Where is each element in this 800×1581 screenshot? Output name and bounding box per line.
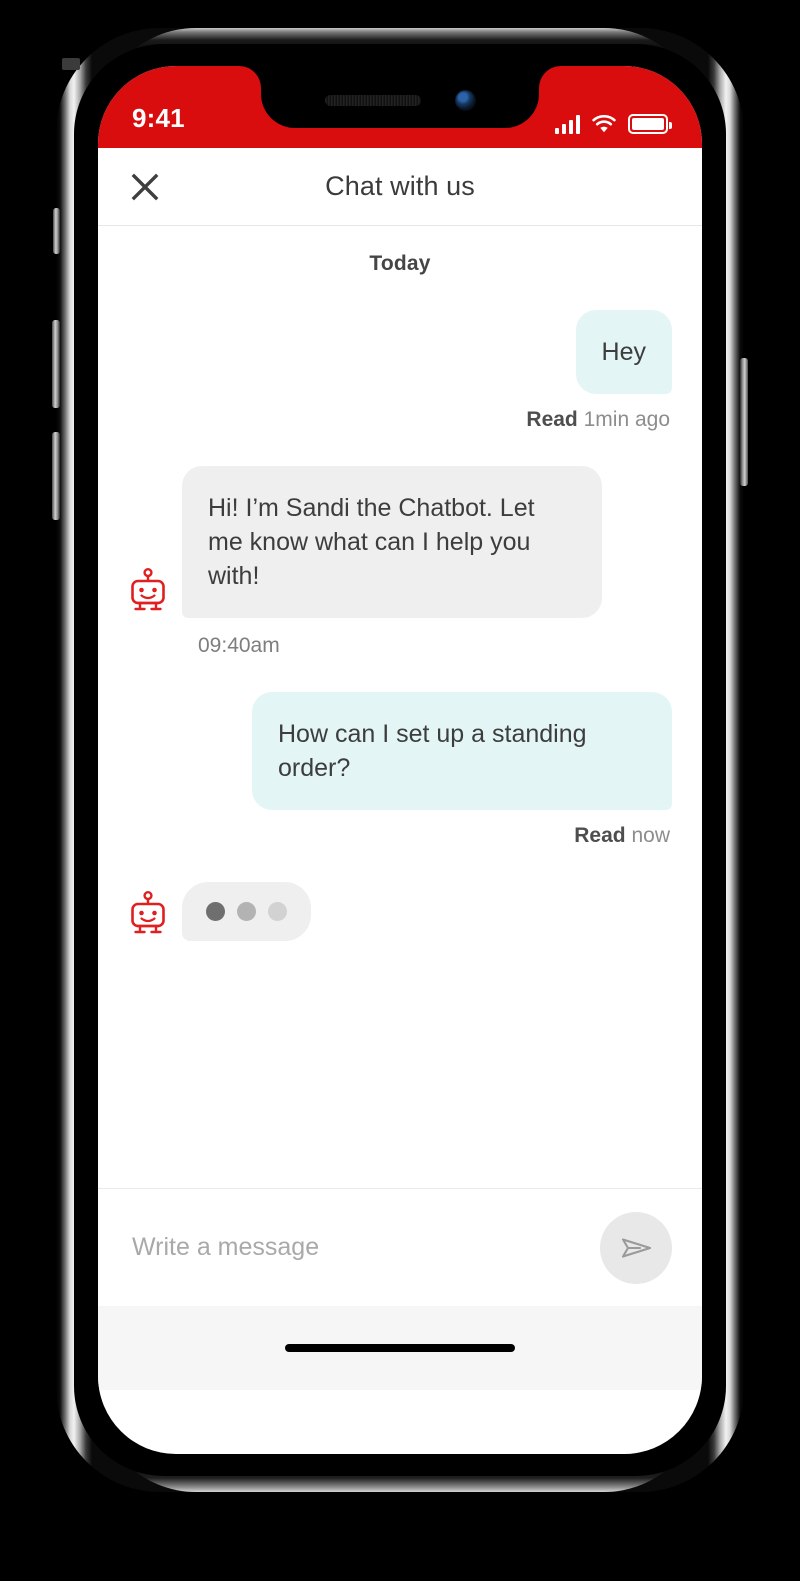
typing-dot: [237, 902, 256, 921]
battery-full-icon: [628, 114, 672, 134]
device-notch: [261, 66, 539, 128]
message-row-outgoing: How can I set up a standing order?: [128, 692, 672, 810]
frame-antenna-line: [62, 58, 80, 70]
silent-switch-button[interactable]: [53, 208, 60, 254]
status-bar-indicators: [555, 114, 672, 134]
earpiece-speaker-icon: [324, 94, 421, 106]
message-timestamp: 09:40am: [198, 634, 280, 657]
robot-avatar-icon: [128, 568, 168, 612]
message-input[interactable]: [132, 1233, 584, 1262]
wifi-icon: [592, 115, 616, 133]
typing-dot: [268, 902, 287, 921]
read-receipt-label: Read: [526, 408, 578, 431]
message-row-outgoing: Hey: [128, 310, 672, 394]
device-bezel: 9:41 Chat with us Today Hey Read 1min ag…: [74, 44, 726, 1476]
day-divider: Today: [369, 252, 431, 275]
status-bar-time: 9:41: [132, 103, 185, 133]
typing-indicator-row: [128, 882, 672, 941]
status-bar: 9:41: [98, 66, 702, 148]
robot-avatar-icon: [128, 891, 168, 935]
message-bubble[interactable]: Hey: [575, 310, 672, 394]
message-timestamp: 1min ago: [583, 408, 670, 431]
message-bubble[interactable]: How can I set up a standing order?: [252, 692, 672, 810]
message-timestamp: now: [631, 824, 670, 847]
phone-screen: 9:41 Chat with us Today Hey Read 1min ag…: [98, 66, 702, 1454]
volume-down-button[interactable]: [52, 432, 60, 520]
message-status: Read 1min ago: [128, 408, 670, 432]
home-bar-area: [98, 1306, 702, 1390]
close-icon[interactable]: [128, 170, 162, 204]
front-camera-icon: [454, 89, 476, 111]
message-composer: [98, 1188, 702, 1306]
volume-up-button[interactable]: [52, 320, 60, 408]
send-paper-plane-icon[interactable]: [600, 1211, 672, 1284]
chat-header: Chat with us: [98, 148, 702, 226]
home-indicator[interactable]: [285, 1344, 515, 1352]
cellular-bars-icon: [555, 115, 580, 134]
page-title: Chat with us: [325, 171, 475, 201]
power-button[interactable]: [740, 358, 748, 486]
phone-device: 9:41 Chat with us Today Hey Read 1min ag…: [52, 28, 748, 1492]
message-row-incoming: Hi! I’m Sandi the Chatbot. Let me know w…: [128, 466, 672, 618]
message-bubble[interactable]: Hi! I’m Sandi the Chatbot. Let me know w…: [182, 466, 602, 618]
message-list[interactable]: Today Hey Read 1min ago Hi! I’m Sandi th…: [98, 226, 702, 1188]
message-status: Read now: [128, 824, 670, 848]
read-receipt-label: Read: [574, 824, 626, 847]
typing-dot: [206, 902, 225, 921]
typing-indicator-dots: [182, 882, 311, 941]
